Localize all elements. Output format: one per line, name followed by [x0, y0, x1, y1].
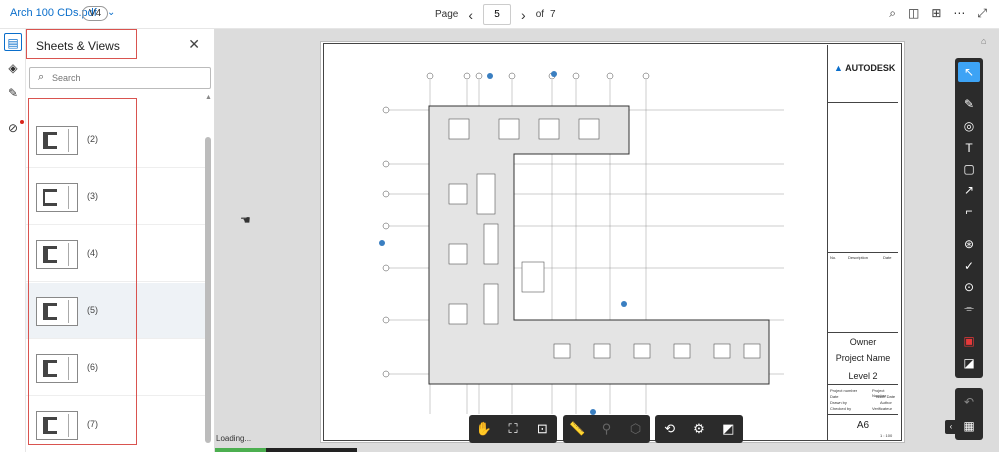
- progress-bar: [215, 448, 357, 452]
- settings-icon[interactable]: ⚙: [684, 415, 713, 443]
- compare-icon[interactable]: ⊞: [931, 6, 941, 21]
- zoom-region-icon[interactable]: ⊡: [528, 415, 557, 443]
- search-input[interactable]: [52, 70, 202, 86]
- fullscreen-icon[interactable]: ◩: [714, 415, 743, 443]
- measure-toolbar: 📏 ⚲ ⬡: [563, 415, 650, 443]
- sheets-panel: Sheets & Views ✕ ⌕ (2) (3) (4) (5) (6) (…: [26, 29, 215, 452]
- tb-label: Drawn by: [830, 400, 847, 405]
- page-navigator: Page ‹ › of 7: [435, 4, 556, 25]
- document-viewer[interactable]: ▲ AUTODESK No. Description Date Owner Pr…: [215, 29, 999, 452]
- tb-value: Author: [880, 400, 892, 405]
- stroke-color-icon[interactable]: ▣: [958, 331, 980, 351]
- layers-icon[interactable]: ◈: [4, 59, 22, 77]
- tb-label: Date: [830, 394, 839, 399]
- sheets-icon[interactable]: ▤: [4, 33, 22, 51]
- markup-icon[interactable]: ◫: [908, 6, 919, 21]
- highlight-box-title: [26, 29, 137, 59]
- level-text: Level 2: [848, 371, 878, 381]
- shapes-icon[interactable]: ◎: [958, 116, 980, 136]
- progress-fill: [215, 448, 267, 452]
- left-rail: ▤ ◈ ✎ ⊘: [0, 29, 26, 452]
- col-date: Date: [883, 255, 892, 260]
- highlight-box-list: [28, 98, 137, 445]
- select-icon[interactable]: ↖: [958, 62, 980, 82]
- project-info-section: Project number Project Number Date Issue…: [828, 385, 898, 415]
- location-icon[interactable]: ⚲: [592, 415, 621, 443]
- autodesk-logo: ▲ AUTODESK: [834, 63, 896, 73]
- chevron-left-icon[interactable]: ‹: [945, 420, 957, 434]
- page-number-input[interactable]: [483, 4, 512, 25]
- measure-icon[interactable]: 📏: [563, 415, 592, 443]
- level-section: Level 2: [828, 367, 898, 385]
- project-name-text: Project Name: [835, 353, 891, 363]
- sheet-border: ▲ AUTODESK No. Description Date Owner Pr…: [323, 43, 902, 441]
- search-icon: ⌕: [38, 71, 45, 83]
- scale-text: 1 : 100: [880, 433, 893, 438]
- polyline-icon[interactable]: ⌐: [958, 201, 980, 221]
- ruler-icon[interactable]: ⌯: [958, 298, 980, 318]
- top-bar: Arch 100 CDs.pdf V4 ⌄ Page ‹ › of 7 ⌕ ◫ …: [0, 0, 999, 29]
- more-icon[interactable]: ⋯: [953, 6, 965, 21]
- rotate-icon[interactable]: ⟲: [655, 415, 684, 443]
- search-box: ⌕: [29, 67, 211, 89]
- of-label: of: [535, 9, 545, 20]
- scroll-up-icon[interactable]: ▲: [205, 94, 212, 101]
- camera-icon[interactable]: ⊙: [958, 277, 980, 297]
- markup-pen-icon[interactable]: ✎: [4, 84, 22, 102]
- prev-page-icon[interactable]: ‹: [468, 7, 473, 23]
- next-page-icon[interactable]: ›: [521, 7, 526, 23]
- check-icon[interactable]: ✓: [958, 256, 980, 276]
- total-pages: 7: [550, 9, 556, 20]
- panel-scrollbar[interactable]: ▲: [205, 94, 212, 450]
- col-description: Description: [848, 255, 869, 260]
- stamp-icon[interactable]: ⊛: [958, 234, 980, 254]
- top-actions: ⌕ ◫ ⊞ ⋯ ⤢: [889, 6, 987, 21]
- notes-section: [828, 103, 898, 253]
- hand-cursor-icon: ☚: [240, 213, 251, 227]
- tools-footer: ↶ ▦: [955, 388, 983, 440]
- palette-icon[interactable]: ▦: [958, 416, 980, 436]
- callout-icon[interactable]: ↗: [958, 180, 980, 200]
- notification-dot: [20, 120, 24, 124]
- tb-value: Issue Date: [876, 394, 896, 399]
- brand-section: ▲ AUTODESK: [828, 45, 898, 103]
- close-icon[interactable]: ✕: [188, 36, 200, 53]
- page-label: Page: [435, 9, 459, 20]
- floor-plan-drawing: [379, 71, 784, 415]
- fill-color-icon[interactable]: ◪: [958, 353, 980, 373]
- expand-icon[interactable]: ⤢: [977, 6, 987, 21]
- title-block: ▲ AUTODESK No. Description Date Owner Pr…: [827, 45, 898, 440]
- text-icon[interactable]: T: [958, 138, 980, 158]
- drawing-sheet: ▲ AUTODESK No. Description Date Owner Pr…: [320, 41, 905, 443]
- undo-icon[interactable]: ↶: [958, 392, 980, 412]
- home-view-icon[interactable]: ⌂: [981, 36, 986, 46]
- pan-icon[interactable]: ✋: [469, 415, 498, 443]
- col-no: No.: [830, 255, 837, 260]
- search-icon[interactable]: ⌕: [889, 6, 896, 21]
- cloud-icon[interactable]: ▢: [958, 159, 980, 179]
- tb-label: Project number: [830, 388, 858, 393]
- autodesk-triangle-icon: ▲: [834, 63, 843, 73]
- owner-text: Owner: [849, 337, 877, 347]
- tb-label: Checked by: [830, 406, 852, 411]
- scroll-thumb[interactable]: [205, 137, 211, 443]
- sheet-number: A6: [856, 420, 870, 431]
- markup-tools: ↖ ✎ ◎ T ▢ ↗ ⌐ ⊛ ✓ ⊙ ⌯ ▣ ◪: [955, 58, 983, 378]
- model-icon[interactable]: ⬡: [621, 415, 650, 443]
- loading-text: Loading...: [216, 434, 252, 443]
- view-toolbar: ⟲ ⚙ ◩: [655, 415, 743, 443]
- pen-icon[interactable]: ✎: [958, 94, 980, 114]
- version-badge[interactable]: V4: [82, 6, 109, 21]
- tb-value: Verificateur: [872, 406, 893, 411]
- navigation-toolbar: ✋ ⛶ ⊡: [469, 415, 557, 443]
- fit-to-view-icon[interactable]: ⛶: [498, 415, 527, 443]
- revision-section: No. Description Date: [828, 253, 898, 333]
- chevron-down-icon[interactable]: ⌄: [107, 7, 115, 18]
